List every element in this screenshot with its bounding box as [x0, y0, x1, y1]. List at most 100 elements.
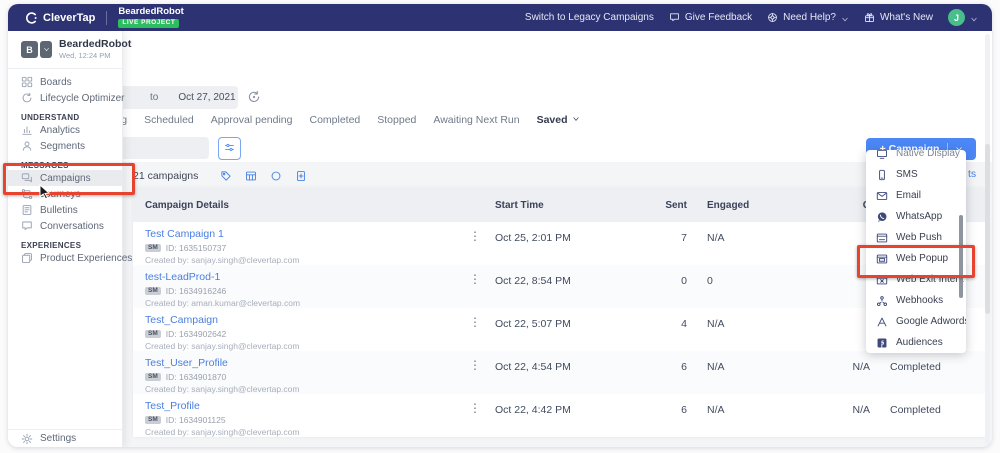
sent-cell: 6	[605, 351, 697, 394]
export-icon[interactable]	[295, 170, 307, 182]
page-scrollbar[interactable]	[985, 34, 990, 445]
menu-item-webhooks[interactable]: Webhooks	[866, 290, 966, 311]
campaign-status-tabs: RunningScheduledApproval pendingComplete…	[88, 111, 580, 128]
account-button[interactable]: B	[21, 41, 52, 58]
kebab-menu-icon[interactable]: ⋮	[469, 316, 481, 328]
status-circle-icon[interactable]	[270, 170, 282, 182]
campaign-details-cell: Test_Profile SM ID: 1634901125 Created by: …	[133, 394, 485, 437]
sidebar-item-label: Boards	[40, 77, 72, 88]
partial-link[interactable]: ts	[968, 168, 976, 180]
tab-saved[interactable]: Saved	[537, 114, 580, 126]
tab-scheduled[interactable]: Scheduled	[144, 114, 194, 126]
channel-badge: SM	[145, 330, 161, 339]
account-switcher[interactable]: B BeardedRobot Wed, 12:24 PM	[8, 31, 122, 69]
engaged-cell: 0	[697, 265, 791, 308]
column-header-sent: Sent	[605, 200, 697, 211]
campaign-name-link[interactable]: Test_Campaign	[145, 314, 485, 327]
tag-icon[interactable]	[220, 170, 232, 182]
campaign-details-cell: Test_CampaignSMID: 1634902642Created by:…	[133, 308, 485, 351]
campaign-id: ID: 1634901125	[166, 415, 226, 425]
sent-cell: 7	[605, 222, 697, 265]
clevertap-logo[interactable]: CleverTap	[24, 11, 95, 25]
give-feedback-label: Give Feedback	[685, 12, 752, 23]
channel-badge: SM	[145, 287, 161, 296]
user-avatar[interactable]: J	[948, 9, 965, 26]
menu-item-google-adwords[interactable]: Google Adwords	[866, 311, 966, 332]
campaign-created-by: Created by: sanjay.singh@clevertap.com	[145, 255, 485, 265]
account-name: BeardedRobot	[59, 39, 131, 51]
kebab-menu-icon[interactable]: ⋮	[469, 230, 481, 242]
menu-item-label: WhatsApp	[896, 211, 942, 222]
sidebar-item-segments[interactable]: Segments	[8, 138, 122, 154]
start-time-cell: Oct 25, 2:01 PM	[485, 222, 605, 265]
kebab-menu-icon[interactable]: ⋮	[469, 359, 481, 371]
sidebar-item-label: Bulletins	[40, 205, 78, 216]
sidebar-item-analytics[interactable]: Analytics	[8, 122, 122, 138]
menu-item-email[interactable]: Email	[866, 185, 966, 206]
analytics-icon	[21, 124, 33, 136]
menu-item-label: Webhooks	[896, 295, 943, 306]
help-ring-icon	[767, 12, 778, 23]
menu-item-native-display[interactable]: Native Display	[866, 150, 966, 164]
menu-item-audiences[interactable]: Audiences	[866, 332, 966, 353]
account-chevron[interactable]	[40, 41, 52, 58]
campaign-created-by: Created by: sanjay.singh@clevertap.com	[145, 427, 485, 437]
switch-legacy-link[interactable]: Switch to Legacy Campaigns	[525, 12, 654, 23]
sidebar-item-boards[interactable]: Boards	[8, 74, 122, 90]
kebab-menu-icon[interactable]: ⋮	[469, 402, 481, 414]
converted-cell: N/A	[791, 351, 880, 394]
table-row: Test_User_ProfileSMID: 1634901870Created…	[133, 351, 985, 394]
menu-item-label: Audiences	[896, 337, 943, 348]
sidebar-item-lifecycle-optimizer[interactable]: Lifecycle Optimizer	[8, 90, 122, 106]
user-menu[interactable]: J	[948, 9, 978, 26]
sidebar-item-conversations[interactable]: Conversations	[8, 218, 122, 234]
campaign-name-link[interactable]: Test_User_Profile	[145, 357, 485, 370]
annotation-box-campaigns	[3, 163, 135, 195]
campaigns-count: 21 campaigns	[133, 170, 198, 182]
campaign-created-by: Created by: sanjay.singh@clevertap.com	[145, 341, 485, 351]
whats-new-link[interactable]: What's New	[864, 12, 933, 23]
sidebar-item-settings[interactable]: Settings	[8, 429, 122, 447]
tab-stopped[interactable]: Stopped	[377, 114, 416, 126]
page-scrollbar-thumb[interactable]	[985, 144, 990, 314]
end-date-value[interactable]: Oct 27, 2021	[178, 92, 235, 103]
need-help-menu[interactable]: Need Help?	[767, 12, 849, 23]
sidebar-item-product-experiences[interactable]: Product Experiences	[8, 250, 122, 266]
menu-item-label: Web Push	[896, 232, 942, 243]
menu-item-sms[interactable]: SMS	[866, 164, 966, 185]
engaged-cell: N/A	[697, 222, 791, 265]
tab-awaiting-next-run[interactable]: Awaiting Next Run	[433, 114, 519, 126]
tab-completed[interactable]: Completed	[309, 114, 360, 126]
campaign-name-link[interactable]: test-LeadProd-1	[145, 271, 485, 284]
filter-button[interactable]	[218, 137, 241, 160]
account-avatar[interactable]: B	[21, 41, 38, 58]
converted-cell: N/A	[791, 394, 880, 437]
brand-name: CleverTap	[43, 12, 95, 24]
gift-icon	[864, 12, 875, 23]
menu-item-whatsapp[interactable]: WhatsApp	[866, 206, 966, 227]
native-display-icon	[876, 150, 888, 160]
clevertap-mark-icon	[24, 11, 38, 25]
campaign-name-link[interactable]: Test Campaign 1	[145, 228, 485, 241]
sent-cell: 6	[605, 394, 697, 437]
channel-badge: SM	[145, 416, 161, 425]
channel-badge: SM	[145, 244, 161, 253]
sidebar-section-experiences: EXPERIENCES	[8, 241, 122, 250]
chevron-down-icon	[43, 46, 50, 53]
campaign-name-link[interactable]: Test_Profile	[145, 400, 485, 413]
give-feedback-link[interactable]: Give Feedback	[669, 12, 752, 23]
table-icon[interactable]	[245, 170, 257, 182]
campaign-id: ID: 1634901870	[166, 372, 227, 382]
tab-approval-pending[interactable]: Approval pending	[211, 114, 293, 126]
project-info: BeardedRobot LIVE PROJECT	[118, 7, 183, 28]
refresh-icon[interactable]	[247, 90, 261, 104]
tab-saved-label: Saved	[537, 114, 568, 126]
column-header-campaign-details: Campaign Details	[133, 200, 485, 211]
chevron-down-icon	[572, 114, 580, 126]
sidebar-item-bulletins[interactable]: Bulletins	[8, 202, 122, 218]
product-experiences-icon	[21, 252, 33, 264]
sidebar-item-label: Product Experiences	[40, 253, 132, 264]
project-name: BeardedRobot	[118, 7, 183, 17]
kebab-menu-icon[interactable]: ⋮	[469, 273, 481, 285]
live-project-badge: LIVE PROJECT	[118, 19, 179, 29]
